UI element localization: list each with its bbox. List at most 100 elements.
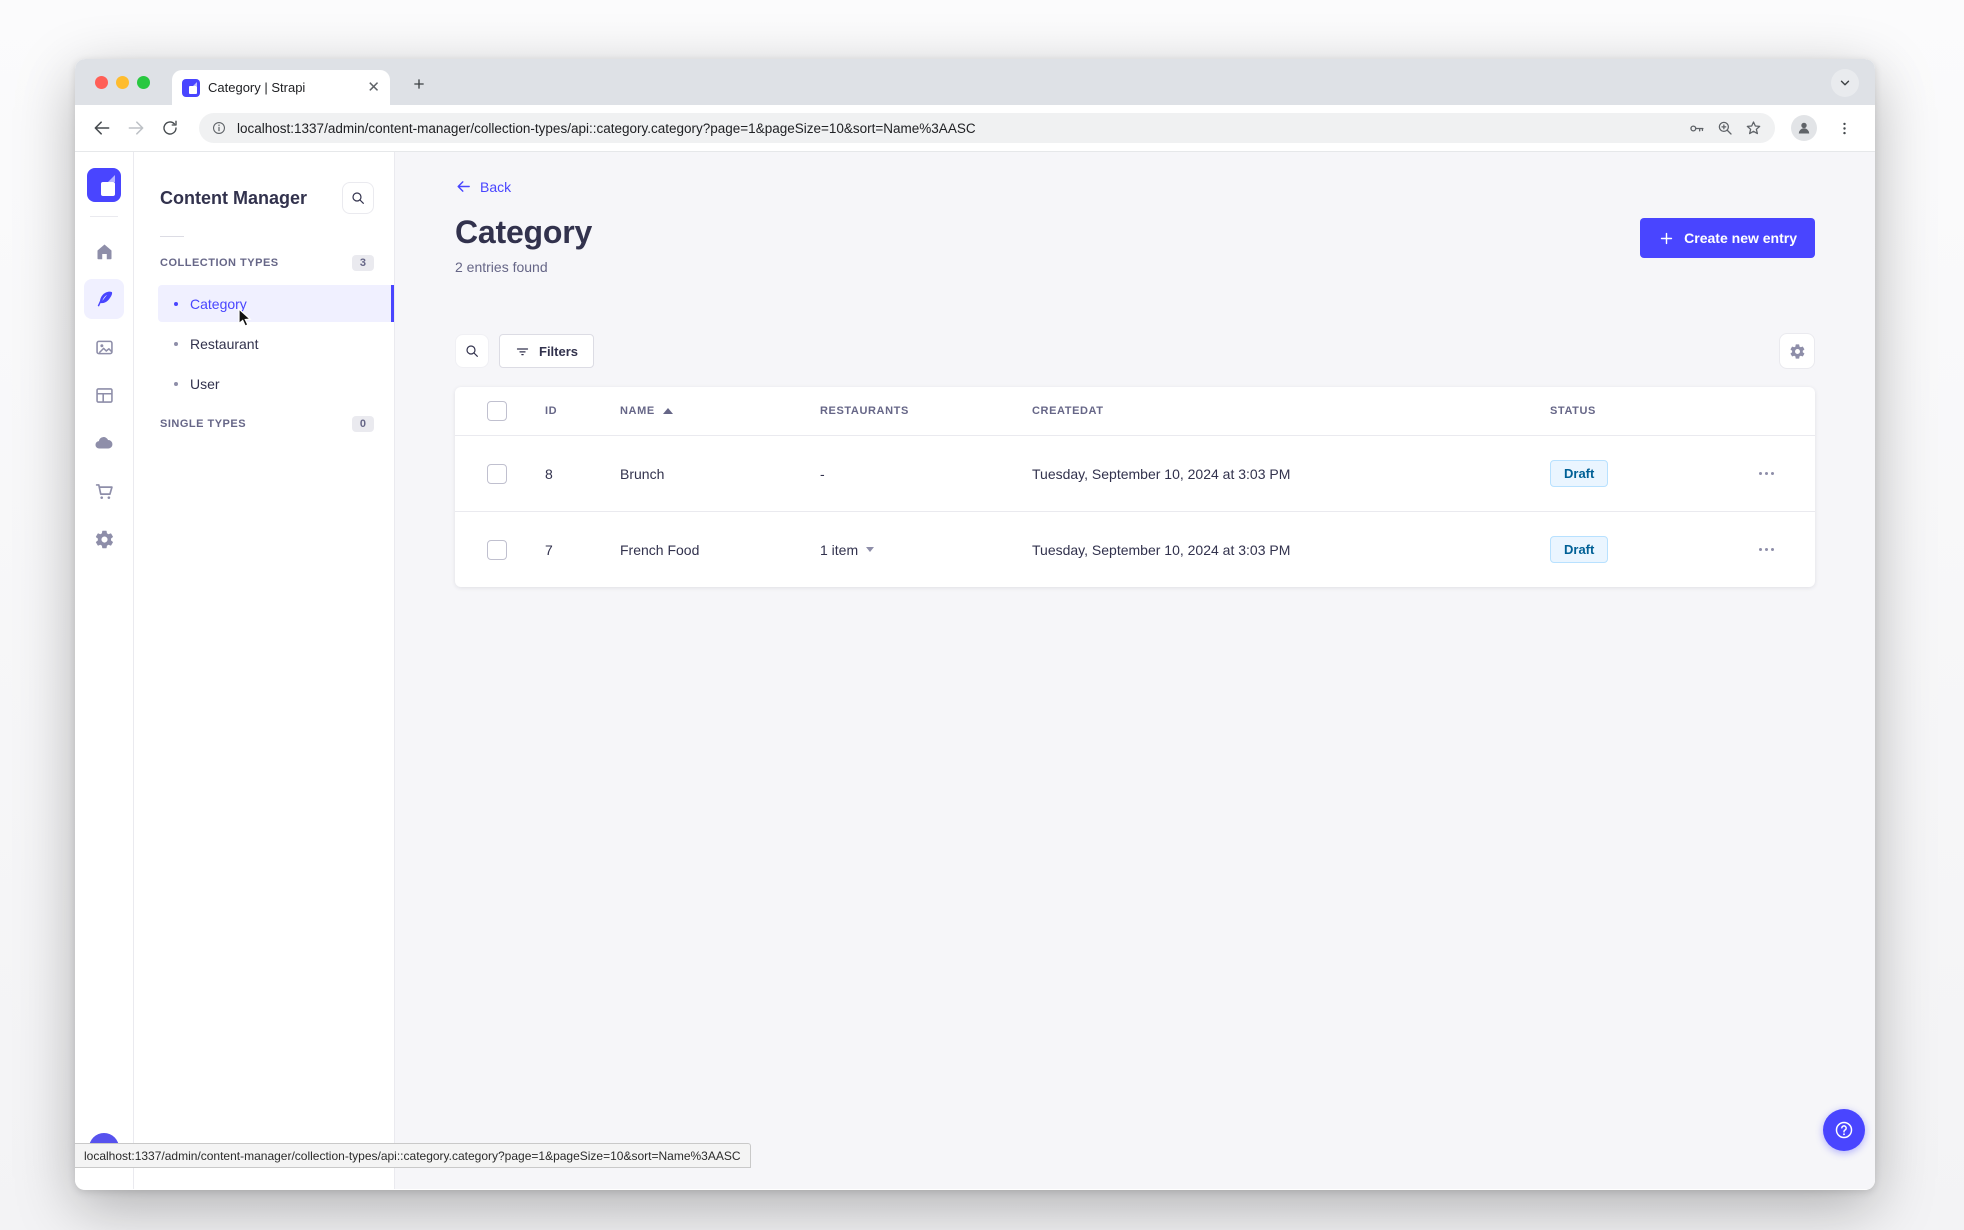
entries-count: 2 entries found [455,259,548,275]
cell-restaurants-dropdown[interactable]: 1 item [820,542,1032,558]
cloud-icon [95,437,113,449]
column-header-createdat[interactable]: CREATEDAT [1032,405,1550,417]
maximize-window-button[interactable] [137,76,150,89]
single-types-label: SINGLE TYPES [160,418,247,430]
reload-button[interactable] [155,113,185,143]
filter-icon [516,347,529,355]
back-link[interactable]: Back [455,178,511,195]
table-header-row: ID NAME RESTAURANTS CREATEDAT STATUS [455,387,1815,435]
site-info-icon[interactable] [211,120,227,136]
column-header-restaurants[interactable]: RESTAURANTS [820,405,1032,417]
strapi-logo[interactable] [87,168,121,202]
single-types-count-badge: 0 [351,416,374,432]
cell-id: 7 [545,541,553,558]
sidebar-title: Content Manager [160,187,308,208]
content-manager-sidebar: Content Manager COLLECTION TYPES 3 Categ… [134,152,395,1189]
window-controls [95,76,150,89]
table-row[interactable]: 7 French Food 1 item Tuesday, September … [455,511,1815,587]
sidebar-search-button[interactable] [342,182,374,214]
row-checkbox[interactable] [487,539,507,560]
view-settings-button[interactable] [1779,333,1815,369]
main-nav-rail: KD [75,152,134,1189]
status-bar-url: localhost:1337/admin/content-manager/col… [75,1143,751,1168]
arrow-left-icon [94,121,110,135]
row-actions-button[interactable] [1755,466,1815,481]
gear-icon [95,530,113,548]
row-checkbox[interactable] [487,463,507,484]
browser-window: Category | Strapi ✕ localhost:1337/admin… [75,59,1875,1190]
cell-name: Brunch [620,465,665,482]
forward-button[interactable] [121,113,151,143]
column-header-id[interactable]: ID [545,405,620,417]
create-new-entry-button[interactable]: Create new entry [1640,218,1815,258]
nav-content-type-builder-button[interactable] [84,375,124,415]
sidebar-item-label: Category [190,295,247,312]
sidebar-item-restaurant[interactable]: Restaurant [158,325,394,362]
layout-icon [95,387,113,403]
cell-restaurants: - [820,465,825,482]
tab-search-button[interactable] [1831,69,1859,97]
divider [160,236,184,237]
plus-icon [1661,232,1673,244]
sidebar-item-label: User [190,375,220,392]
chevron-down-icon [866,547,875,552]
search-icon [466,345,478,357]
new-tab-button[interactable] [405,70,433,98]
collection-types-label: COLLECTION TYPES [160,257,279,269]
chevron-down-icon [1840,80,1850,86]
tab-strip: Category | Strapi ✕ [75,59,1875,105]
sidebar-item-label: Restaurant [190,335,259,352]
column-header-status[interactable]: STATUS [1550,405,1755,417]
url-bar[interactable]: localhost:1337/admin/content-manager/col… [199,113,1775,143]
nav-media-library-button[interactable] [84,327,124,367]
bookmark-star-icon[interactable] [1744,119,1763,138]
search-icon [352,192,364,204]
nav-settings-button[interactable] [84,519,124,559]
column-header-name[interactable]: NAME [620,405,820,417]
row-actions-button[interactable] [1755,542,1815,557]
browser-tab[interactable]: Category | Strapi ✕ [172,70,390,105]
tab-close-icon[interactable]: ✕ [367,80,380,95]
question-icon [1835,1121,1853,1139]
status-badge: Draft [1550,536,1609,563]
collection-types-list: Category Restaurant User [134,285,394,402]
cell-name: French Food [620,541,700,558]
bullet-icon [174,381,178,386]
zoom-icon[interactable] [1716,119,1734,137]
nav-cloud-button[interactable] [84,423,124,463]
collection-types-count-badge: 3 [351,255,374,271]
gear-icon [1790,343,1804,359]
cell-id: 8 [545,465,553,482]
sidebar-item-category[interactable]: Category [158,285,394,322]
nav-home-button[interactable] [84,231,124,271]
select-all-checkbox[interactable] [487,401,507,421]
password-key-icon[interactable] [1687,119,1706,138]
browser-menu-button[interactable] [1829,113,1859,143]
media-image-icon [95,340,113,354]
arrow-right-icon [128,121,144,135]
arrow-left-icon [457,181,470,192]
cart-icon [95,483,113,499]
help-button[interactable] [1823,1109,1865,1151]
divider [90,216,118,217]
dots-vertical-icon [1842,122,1846,134]
main-content: Back Category 2 entries found Create new… [395,152,1875,1189]
tab-title: Category | Strapi [208,80,306,95]
table-row[interactable]: 8 Brunch - Tuesday, September 10, 2024 a… [455,435,1815,511]
back-button[interactable] [87,113,117,143]
browser-profile-button[interactable] [1791,115,1817,141]
nav-marketplace-button[interactable] [84,471,124,511]
strapi-admin: KD Content Manager COLLECTION TYPES 3 [75,152,1875,1189]
close-window-button[interactable] [95,76,108,89]
sidebar-item-user[interactable]: User [158,365,394,402]
entries-table: ID NAME RESTAURANTS CREATEDAT STATUS 8 B… [455,387,1815,587]
url-text[interactable]: localhost:1337/admin/content-manager/col… [237,121,1677,136]
strapi-favicon-icon [182,78,200,97]
bullet-icon [174,341,178,346]
table-search-button[interactable] [455,334,489,368]
filters-button[interactable]: Filters [499,334,595,368]
cell-createdat: Tuesday, September 10, 2024 at 3:03 PM [1032,541,1291,558]
bullet-icon [174,301,178,306]
nav-content-manager-button[interactable] [84,279,124,319]
minimize-window-button[interactable] [116,76,129,89]
